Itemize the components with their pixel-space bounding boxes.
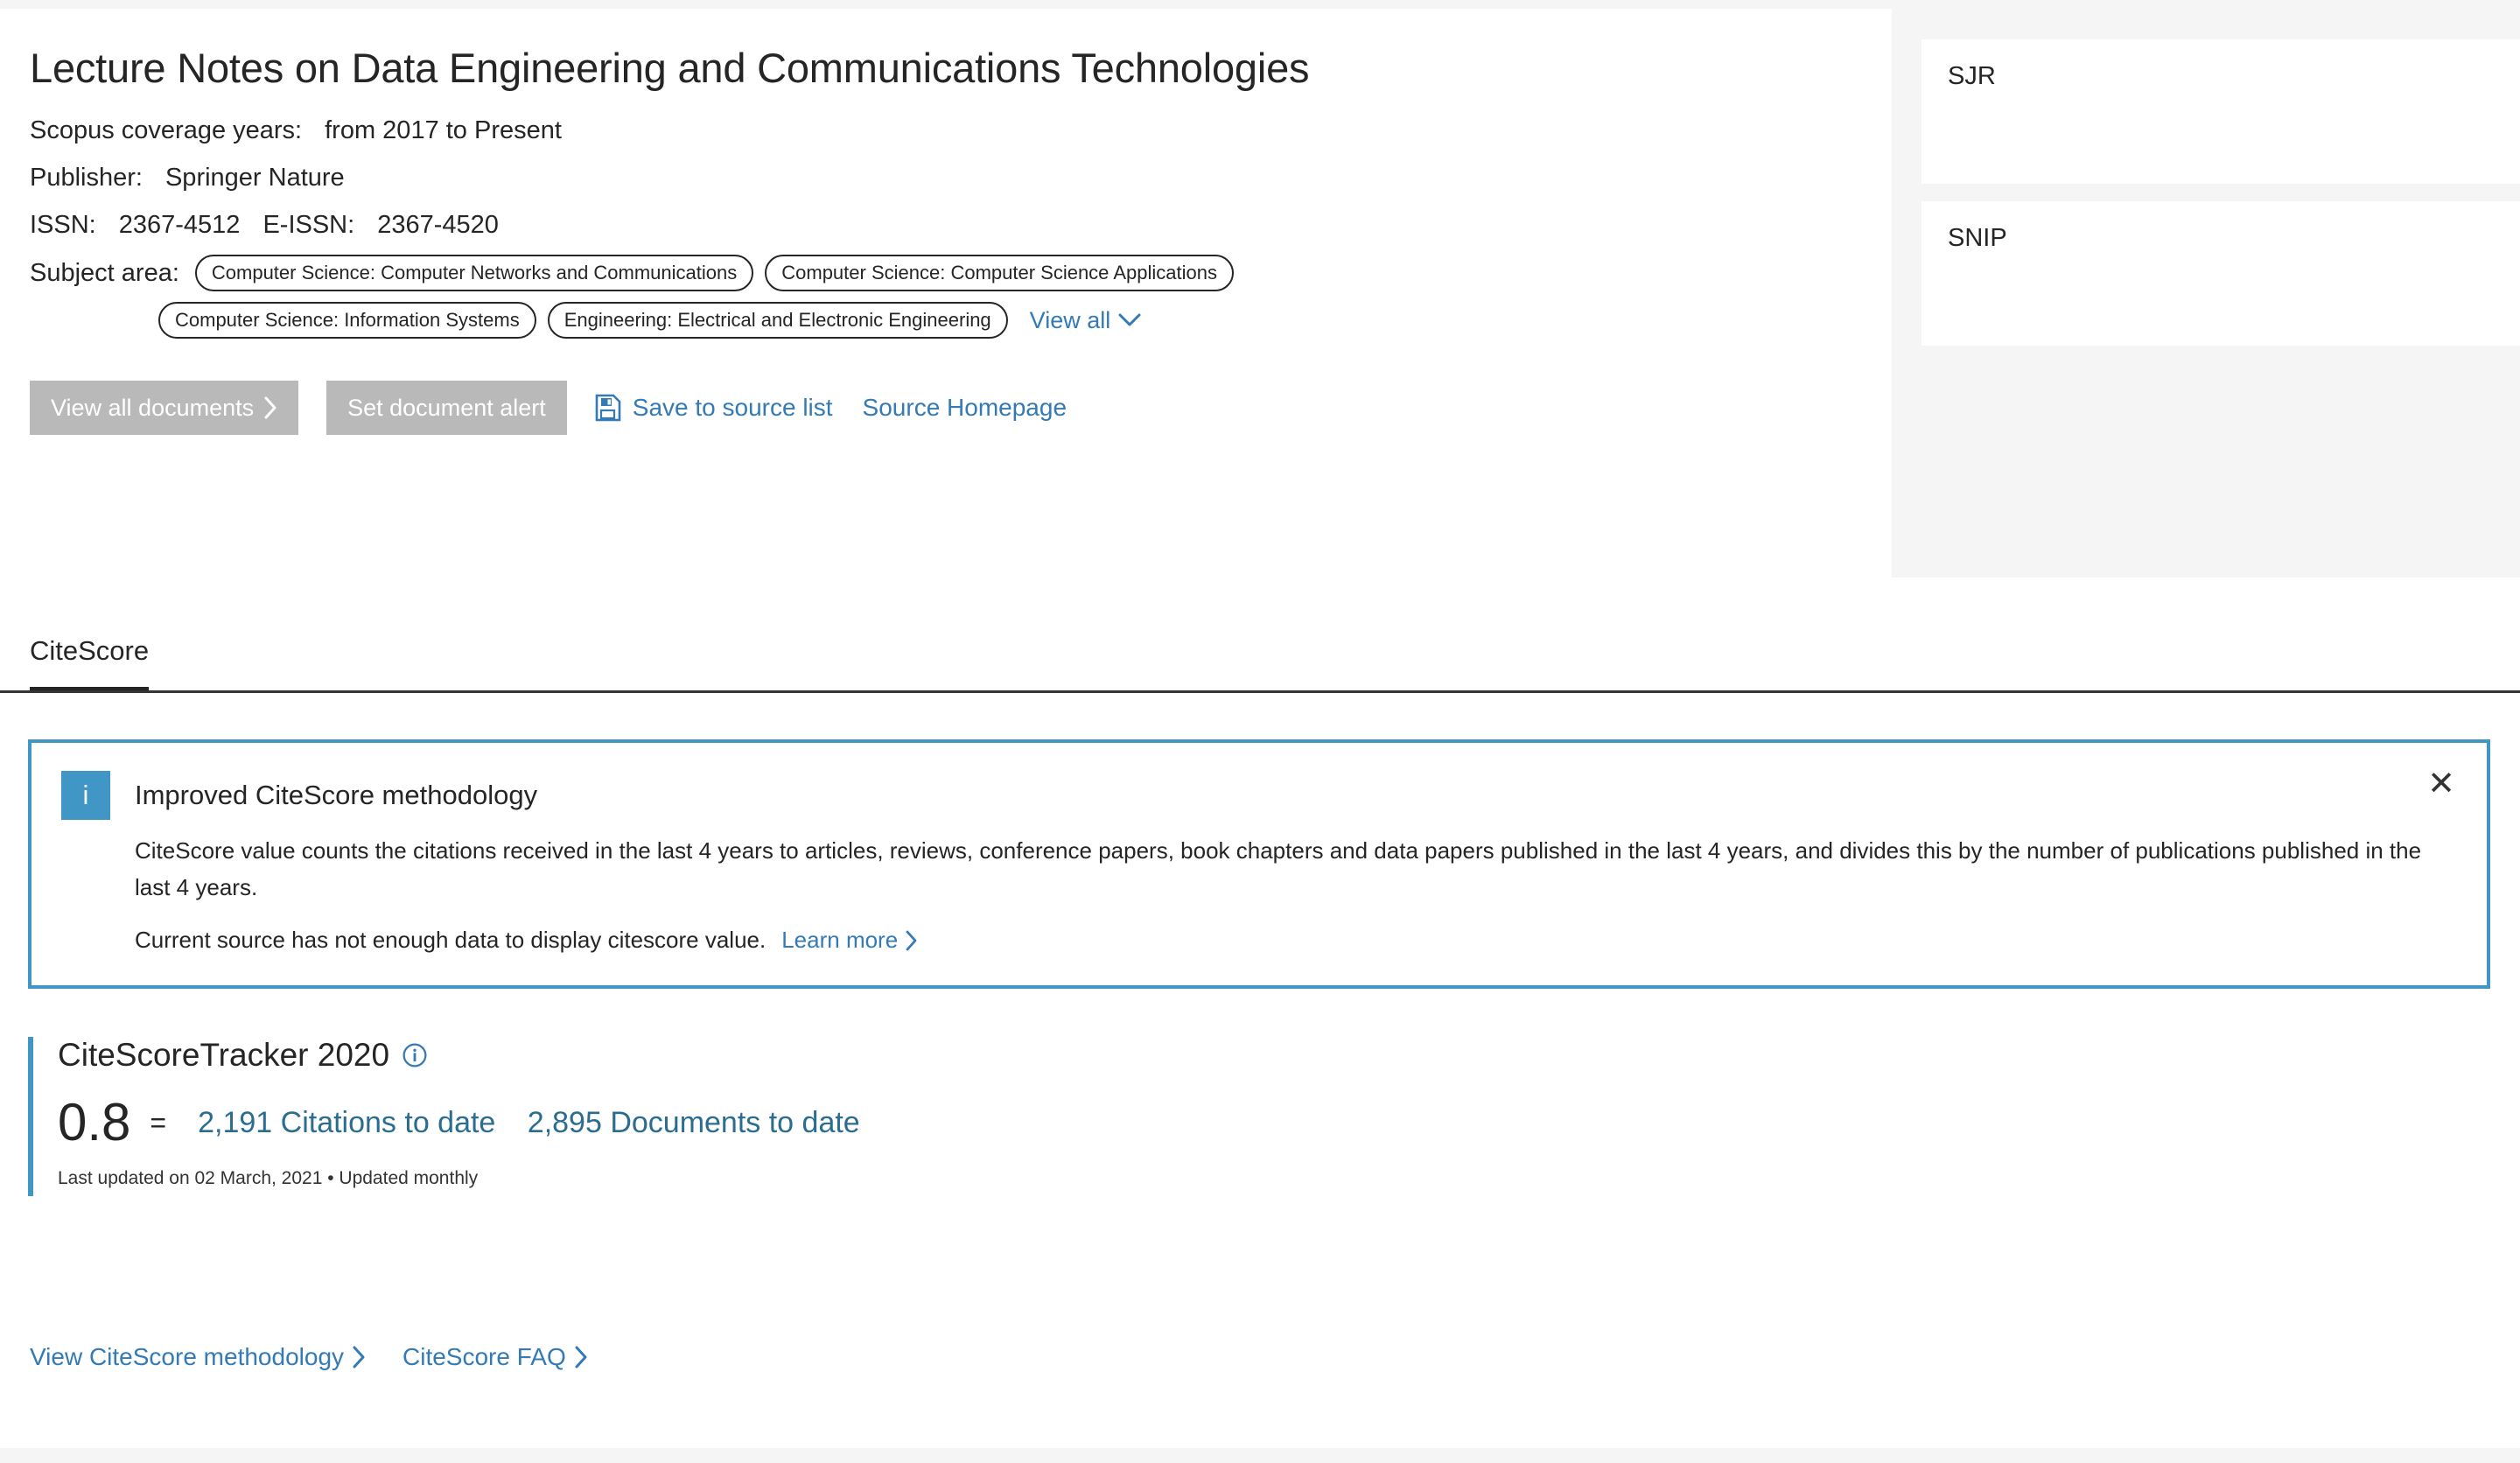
citescore-fraction: 0.8 = 2,191 Citations to date 2,895 Docu…: [58, 1096, 1778, 1149]
tracker-title: CiteScoreTracker 2020: [58, 1037, 390, 1073]
citescore-tracker-block: CiteScoreTracker 2020 0.8 = 2,191 Citati…: [28, 1037, 1778, 1196]
eissn-value: 2367-4520: [377, 210, 499, 239]
citescore-faq-link[interactable]: CiteScore FAQ: [402, 1343, 588, 1371]
save-floppy-icon: [595, 394, 621, 422]
snip-label: SNIP: [1948, 224, 2007, 252]
eissn-label: E-ISSN:: [262, 210, 355, 239]
subject-area-row-1: Subject area: Computer Science: Computer…: [30, 255, 1857, 292]
notice-header: i Improved CiteScore methodology: [61, 771, 2457, 820]
source-actions-row: View all documents Set document alert Sa…: [30, 381, 1857, 436]
citescore-faq-label: CiteScore FAQ: [402, 1343, 566, 1370]
sjr-label: SJR: [1948, 62, 1996, 90]
view-all-documents-label: View all documents: [51, 394, 255, 421]
subject-area-row-2: Computer Science: Information Systems En…: [30, 302, 1857, 340]
view-citescore-methodology-link[interactable]: View CiteScore methodology: [30, 1343, 366, 1371]
snip-card-header: SNIP: [1948, 224, 2520, 263]
documents-to-date-link[interactable]: 2,895 Documents to date: [514, 1101, 874, 1144]
chevron-right-icon: [352, 1346, 366, 1368]
view-all-subjects-link[interactable]: View all: [1030, 307, 1142, 334]
publisher-line: Publisher: Springer Nature: [30, 160, 1857, 196]
save-to-source-list-link[interactable]: Save to source list: [595, 394, 833, 422]
learn-more-label: Learn more: [781, 927, 899, 954]
tracker-header: CiteScoreTracker 2020: [58, 1037, 1778, 1074]
citescore-footer-links: View CiteScore methodology CiteScore FAQ: [30, 1343, 625, 1371]
sjr-metric-card: SJR: [1922, 39, 2520, 184]
coverage-years-line: Scopus coverage years: from 2017 to Prese…: [30, 113, 1857, 149]
source-header-panel: Lecture Notes on Data Engineering and Co…: [0, 9, 1892, 578]
citescore-value: 0.8: [58, 1093, 131, 1152]
view-all-subjects-label: View all: [1029, 306, 1111, 333]
chevron-right-icon: [574, 1346, 588, 1368]
info-badge-icon: i: [61, 771, 110, 820]
citescore-methodology-notice: ✕ i Improved CiteScore methodology CiteS…: [28, 739, 2490, 989]
coverage-years-label: Scopus coverage years:: [30, 116, 303, 144]
publisher-value: Springer Nature: [164, 163, 345, 192]
notice-status-text: Current source has not enough data to di…: [135, 927, 766, 954]
chevron-right-icon: [263, 396, 277, 419]
set-document-alert-label: Set document alert: [347, 394, 546, 421]
chevron-down-icon: [1118, 313, 1141, 327]
info-circle-icon[interactable]: [402, 1042, 428, 1068]
page-title: Lecture Notes on Data Engineering and Co…: [30, 45, 1310, 91]
issn-label: ISSN:: [30, 210, 96, 239]
source-homepage-label: Source Homepage: [862, 394, 1068, 422]
learn-more-link[interactable]: Learn more: [781, 927, 918, 954]
metrics-tab-bar: CiteScore: [0, 578, 2520, 693]
source-homepage-link[interactable]: Source Homepage: [863, 394, 1067, 422]
source-details-page: Lecture Notes on Data Engineering and Co…: [0, 0, 2520, 1463]
citations-to-date-link[interactable]: 2,191 Citations to date: [184, 1101, 509, 1144]
fraction-stack: 2,191 Citations to date 2,895 Documents …: [184, 1106, 874, 1140]
sjr-card-header: SJR: [1948, 62, 2520, 102]
publisher-label: Publisher:: [30, 163, 143, 192]
tab-citescore[interactable]: CiteScore: [30, 578, 150, 693]
subject-area-block: Subject area: Computer Science: Computer…: [30, 255, 1857, 340]
save-to-source-list-label: Save to source list: [632, 394, 833, 422]
set-document-alert-button[interactable]: Set document alert: [326, 381, 567, 436]
view-citescore-methodology-label: View CiteScore methodology: [30, 1343, 345, 1370]
tab-bar-divider: [0, 690, 2520, 693]
tab-citescore-label: CiteScore: [30, 635, 150, 666]
notice-paragraph: CiteScore value counts the citations rec…: [135, 837, 2422, 901]
subject-tag[interactable]: Computer Science: Computer Science Appli…: [765, 255, 1234, 292]
close-icon[interactable]: ✕: [2427, 767, 2455, 801]
view-all-documents-button[interactable]: View all documents: [30, 381, 299, 436]
notice-status-row: Current source has not enough data to di…: [135, 927, 2457, 954]
subject-tag[interactable]: Computer Science: Computer Networks and …: [194, 255, 754, 292]
subject-area-label: Subject area:: [30, 258, 179, 287]
snip-metric-card: SNIP: [1922, 201, 2520, 346]
subject-tag[interactable]: Engineering: Electrical and Electronic E…: [547, 302, 1008, 340]
notice-body: CiteScore value counts the citations rec…: [135, 832, 2457, 954]
chevron-right-icon: [905, 930, 918, 951]
coverage-years-value: from 2017 to Present: [325, 116, 562, 144]
page-bottom-strip: [0, 1448, 2520, 1463]
issn-value: 2367-4512: [118, 210, 241, 239]
tracker-last-updated: Last updated on 02 March, 2021 • Updated…: [58, 1168, 479, 1188]
notice-title: Improved CiteScore methodology: [135, 780, 538, 810]
issn-line: ISSN: 2367-4512 E-ISSN: 2367-4520: [30, 207, 1857, 243]
equals-sign: =: [150, 1106, 167, 1138]
subject-tag[interactable]: Computer Science: Information Systems: [158, 302, 536, 340]
